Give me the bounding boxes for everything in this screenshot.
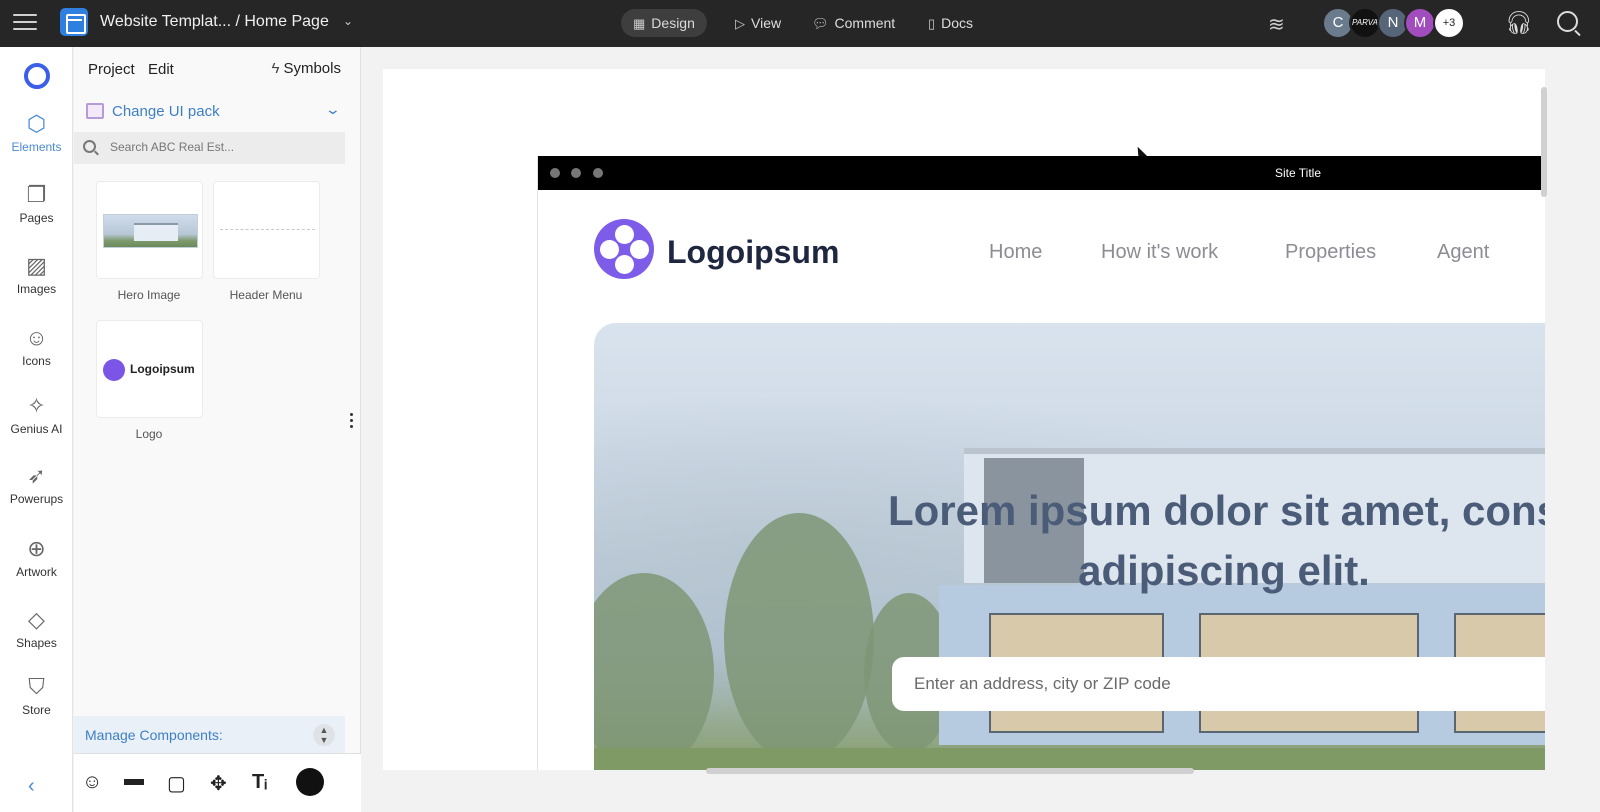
hero-headline[interactable]: Lorem ipsum dolor sit amet, cons adipisc… [844, 481, 1545, 601]
symbols-button[interactable]: ϟ Symbols [272, 60, 341, 77]
component-card-hero-image[interactable] [96, 181, 203, 279]
mode-design-button[interactable]: ▦ Design [621, 9, 707, 37]
panel-tabs: Project Edit ϟ Symbols [74, 47, 361, 92]
tab-edit[interactable]: Edit [148, 61, 174, 78]
search-icon [83, 140, 96, 153]
manage-components-bar[interactable]: Manage Components: ▲ ▼ [74, 716, 345, 753]
nav-link-how-it-works[interactable]: How it's work [1101, 241, 1218, 264]
component-search[interactable]: Search ABC Real Est... [74, 132, 345, 164]
component-label: Header Menu [229, 288, 303, 302]
collapse-panel-icon[interactable]: ‹ [28, 775, 35, 798]
browser-title-bar: Site Title [538, 156, 1545, 190]
rectangle-tool-icon[interactable]: ▢ [167, 771, 186, 796]
tab-project[interactable]: Project [88, 61, 135, 78]
rail-item-genius-ai[interactable]: ✧ Genius AI [0, 393, 73, 436]
headset-icon[interactable]: 🎧︎ [1505, 10, 1533, 36]
artboard[interactable]: Site Title Logoipsum Home How it's work … [383, 69, 1545, 770]
nav-link-home[interactable]: Home [989, 241, 1042, 264]
address-search-input[interactable]: Enter an address, city or ZIP code [914, 674, 1171, 694]
rail-item-store[interactable]: ⛉ Store [0, 674, 73, 717]
header-menu-thumbnail [220, 229, 315, 231]
rail-item-elements[interactable]: ⬡ Elements [0, 111, 73, 154]
hamburger-menu-icon[interactable] [13, 14, 37, 32]
rail-item-shapes[interactable]: ◇ Shapes [0, 607, 73, 650]
basketball-icon: ⊕ [27, 536, 46, 561]
top-bar: Website Templat... / Home Page ⌄ ▦ Design… [0, 0, 1600, 47]
more-options-icon[interactable] [350, 413, 354, 431]
address-search-field[interactable]: Enter an address, city or ZIP code [892, 657, 1545, 711]
layers-icon[interactable]: ≋ [1268, 12, 1285, 37]
window-dot-icon [550, 168, 560, 178]
quick-tools-bar: ☺ ▬ ▢ ✥ Tᵢ [74, 753, 361, 812]
component-card-header-menu[interactable] [213, 181, 320, 279]
ui-pack-icon [86, 103, 104, 119]
window-dot-icon [571, 168, 581, 178]
play-icon: ▷ [735, 16, 745, 31]
hero-image-thumbnail [103, 214, 198, 248]
chevron-down-icon[interactable]: ⌄ [343, 14, 353, 28]
component-label: Hero Image [117, 288, 181, 302]
hero-section[interactable]: Lorem ipsum dolor sit amet, cons adipisc… [594, 323, 1545, 770]
horizontal-scrollbar[interactable] [706, 768, 1194, 774]
smiley-icon: ☺ [25, 325, 48, 350]
document-icon: ▯ [928, 16, 936, 31]
comment-icon: 💬︎ [812, 16, 829, 31]
mode-docs-button[interactable]: ▯ Docs [916, 9, 985, 37]
text-tool-icon[interactable]: Tᵢ [252, 771, 267, 794]
chevron-down-icon: ⌄ [324, 101, 342, 117]
nav-link-agent[interactable]: Agent [1437, 241, 1489, 264]
sort-icon[interactable]: ▲ ▼ [313, 724, 335, 746]
lawn-image [594, 748, 1545, 770]
avatar[interactable]: M [1404, 7, 1436, 39]
site-logo-icon[interactable] [594, 219, 654, 279]
diamond-icon: ◇ [28, 607, 45, 632]
brand-tool-icon[interactable] [296, 768, 324, 796]
design-canvas[interactable]: Site Title Logoipsum Home How it's work … [362, 47, 1600, 812]
window-dot-icon [593, 168, 603, 178]
cube-icon: ⬡ [26, 111, 47, 136]
search-input[interactable]: Search ABC Real Est... [110, 140, 234, 154]
rail-item-icons[interactable]: ☺ Icons [0, 325, 73, 368]
move-tool-icon[interactable]: ✥ [210, 771, 227, 796]
rail-item-powerups[interactable]: ➶ Powerups [0, 463, 73, 506]
change-ui-pack-dropdown[interactable]: Change UI pack ⌄ [74, 94, 361, 130]
site-brand-name[interactable]: Logoipsum [667, 234, 839, 271]
site-title: Site Title [1274, 166, 1322, 180]
mode-view-button[interactable]: ▷ View [723, 9, 793, 37]
bag-icon: ⛉ [28, 674, 45, 699]
mode-comment-button[interactable]: 💬︎ Comment [800, 9, 907, 37]
document-title[interactable]: Website Templat... / Home Page [100, 13, 329, 31]
search-icon[interactable] [1557, 11, 1578, 32]
app-template-icon[interactable] [60, 8, 88, 36]
vertical-scrollbar[interactable] [1541, 87, 1547, 197]
left-rail: ⬡ Elements ❐ Pages ▨ Images ☺ Icons ✧ Ge… [0, 47, 73, 812]
sparkle-icon: ✧ [27, 393, 46, 418]
logo-mark-icon [103, 359, 125, 381]
layout-icon: ▦ [633, 16, 646, 31]
component-card-logo[interactable]: Logoipsum [96, 320, 203, 418]
app-logo-icon[interactable] [24, 63, 50, 89]
line-tool-icon[interactable]: ▬ [124, 768, 144, 791]
rail-item-pages[interactable]: ❐ Pages [0, 182, 73, 225]
emoji-tool-icon[interactable]: ☺ [82, 771, 102, 794]
rail-item-images[interactable]: ▨ Images [0, 253, 73, 296]
lightning-icon: ϟ [271, 60, 280, 77]
components-panel: Project Edit ϟ Symbols Change UI pack ⌄ S… [74, 47, 361, 812]
component-label: Logo [135, 427, 163, 441]
rail-item-artwork[interactable]: ⊕ Artwork [0, 536, 73, 579]
more-collaborators-badge[interactable]: +3 [1433, 7, 1465, 39]
image-icon: ▨ [26, 253, 47, 278]
nav-link-properties[interactable]: Properties [1285, 241, 1376, 264]
pages-icon: ❐ [26, 182, 47, 207]
browser-frame[interactable]: Site Title Logoipsum Home How it's work … [537, 156, 1545, 770]
rocket-icon: ➶ [27, 463, 46, 488]
